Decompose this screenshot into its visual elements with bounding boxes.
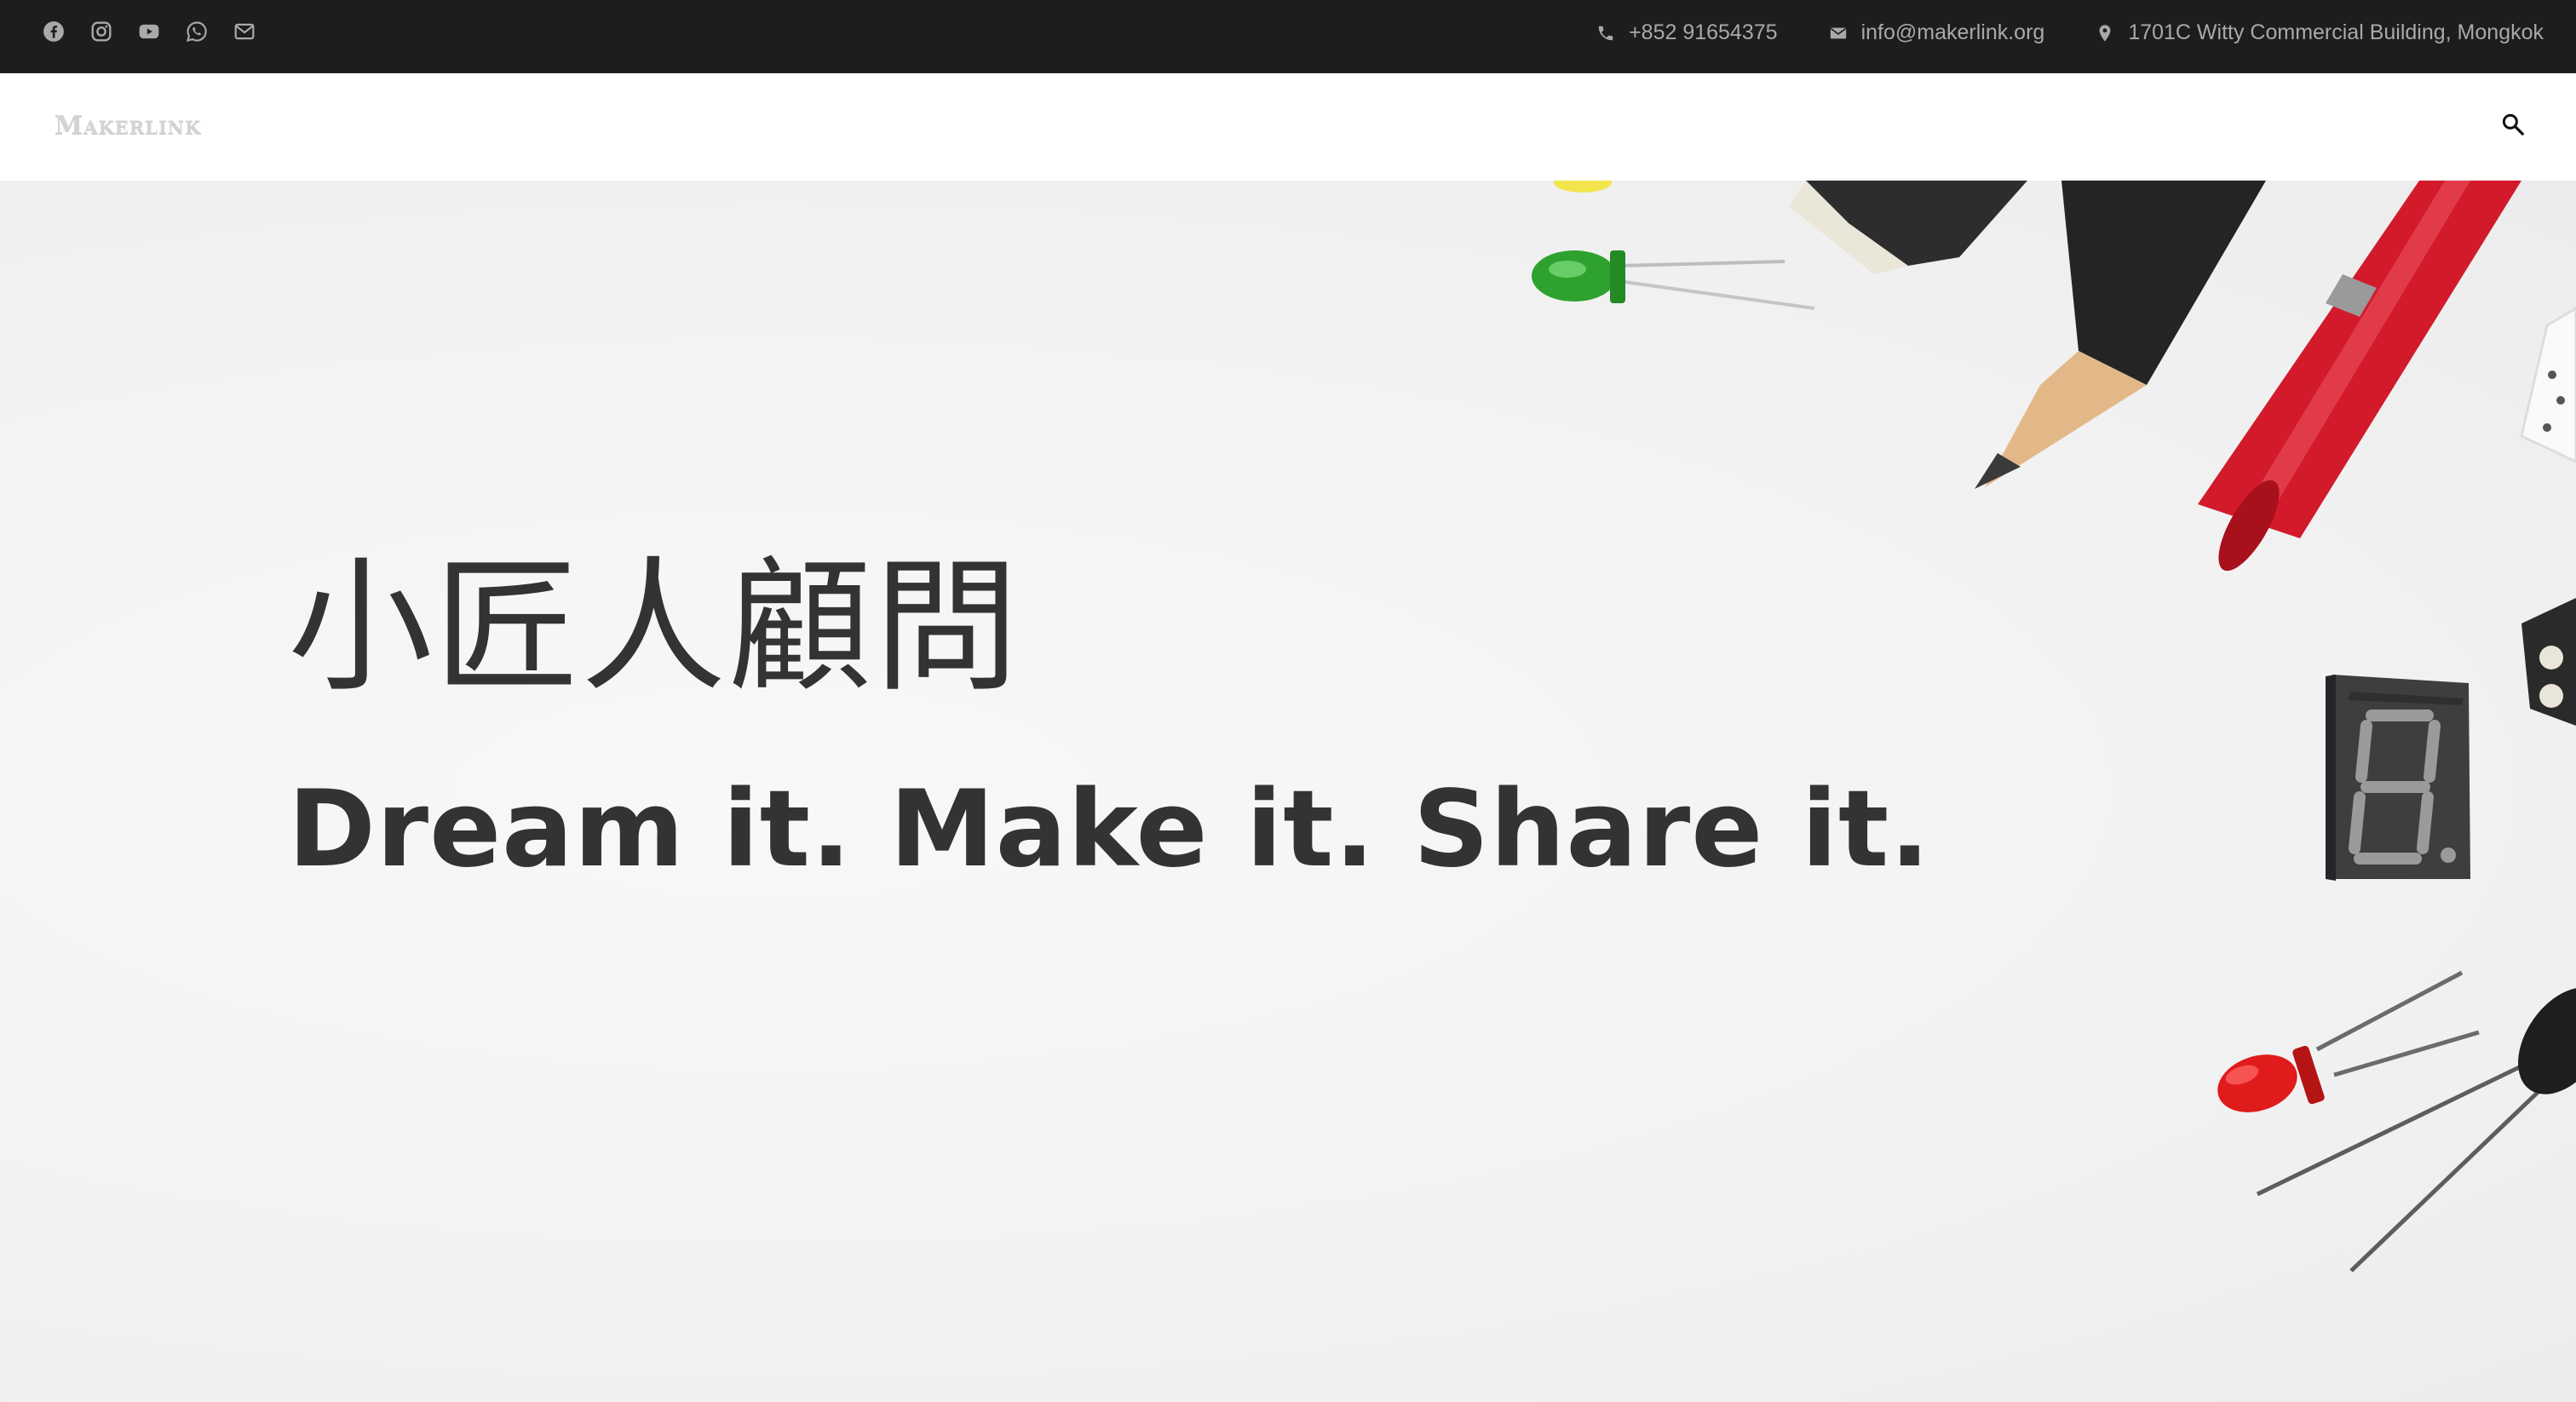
phone-icon: [1598, 26, 1613, 40]
contact-info: +852 91654375 info@makerlink.org 1701C W…: [1596, 20, 2544, 45]
hero-banner: 小匠人顧問 Dream it. Make it. Share it.: [0, 181, 2576, 1402]
map-pin-icon: [2099, 24, 2111, 42]
email-icon[interactable]: [233, 20, 256, 43]
youtube-icon[interactable]: [138, 20, 160, 43]
envelope-icon: [1830, 27, 1846, 38]
social-links: [43, 20, 256, 43]
whatsapp-icon[interactable]: [186, 20, 208, 43]
contact-email[interactable]: info@makerlink.org: [1829, 20, 2045, 45]
search-button[interactable]: [2494, 106, 2532, 143]
address-text: 1701C Witty Commercial Building, Mongkok: [2128, 20, 2544, 44]
hero-tagline: Dream it. Make it. Share it.: [288, 768, 1931, 891]
contact-address[interactable]: 1701C Witty Commercial Building, Mongkok: [2096, 20, 2544, 45]
facebook-icon[interactable]: [43, 20, 65, 43]
instagram-icon[interactable]: [90, 20, 112, 43]
site-logo[interactable]: Makerlink: [55, 111, 201, 141]
top-info-bar: +852 91654375 info@makerlink.org 1701C W…: [0, 0, 2576, 73]
site-header: Makerlink: [0, 73, 2576, 181]
phone-number: +852 91654375: [1629, 20, 1778, 44]
email-address: info@makerlink.org: [1860, 20, 2045, 44]
search-icon: [2502, 113, 2524, 135]
contact-phone[interactable]: +852 91654375: [1596, 20, 1778, 45]
hero-title-chinese: 小匠人顧問: [288, 543, 1021, 712]
